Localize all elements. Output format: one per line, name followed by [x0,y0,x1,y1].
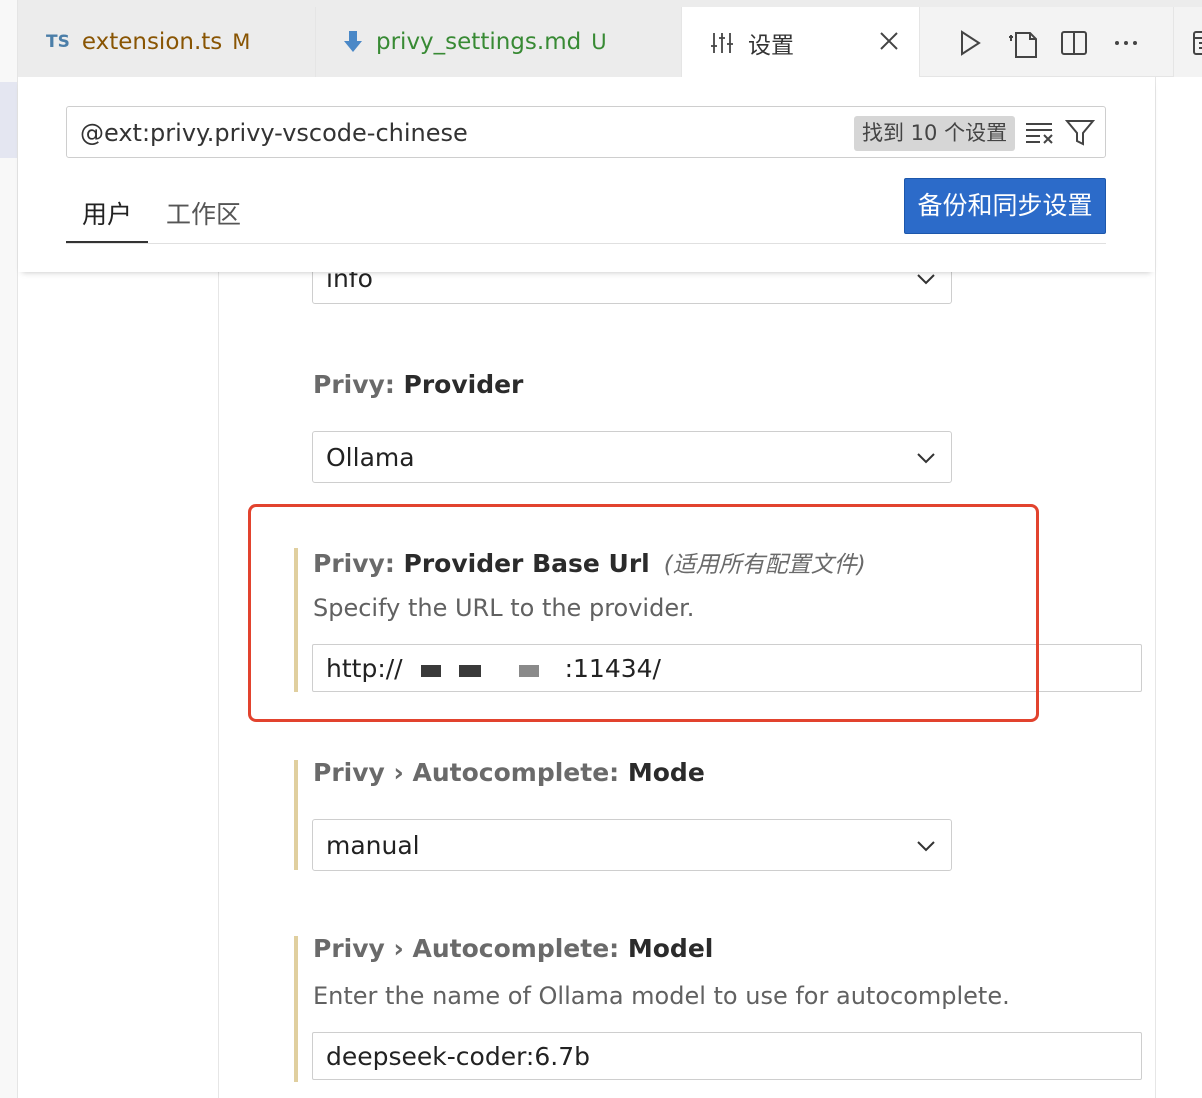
tab-label: extension.ts [81,29,223,55]
tab-settings[interactable]: 设置 [682,7,920,78]
tab-label: privy_settings.md [376,29,582,55]
tab-status-badge: M [232,30,251,54]
tab-workspace-settings[interactable]: 工作区 [166,195,241,231]
tab-status-badge: U [591,30,607,54]
provider-select[interactable]: Ollama [312,431,952,483]
settings-sliders-icon [710,31,734,55]
close-icon[interactable] [877,29,901,53]
settings-list: info Privy: Provider Ollama Privy: Provi… [18,252,1155,1098]
filter-icon[interactable] [1064,118,1096,148]
autocomplete-mode-select[interactable]: manual [312,819,952,871]
scrollbar-gutter [1155,77,1202,1098]
clear-filter-icon[interactable] [1025,120,1055,146]
toc-divider [218,272,219,1098]
settings-search-input[interactable]: @ext:privy.privy-vscode-chinese 找到 10 个设… [66,106,1106,158]
chevron-down-icon [915,835,937,857]
open-file-icon[interactable] [1006,29,1037,58]
settings-header: @ext:privy.privy-vscode-chinese 找到 10 个设… [18,77,1155,272]
modified-indicator [294,936,298,1082]
more-actions-icon[interactable] [1112,29,1140,57]
setting-title-autocomplete-model: Privy › Autocomplete: Model [313,934,714,963]
split-editor-icon[interactable] [1060,29,1088,57]
setting-title-autocomplete-mode: Privy › Autocomplete: Mode [313,758,705,787]
autocomplete-model-value: deepseek-coder:6.7b [326,1042,590,1071]
chevron-down-icon [915,447,937,469]
typescript-icon: TS [46,32,70,52]
autocomplete-model-input[interactable]: deepseek-coder:6.7b [312,1032,1142,1080]
tab-privy-settings-md[interactable]: privy_settings.md U [316,7,682,77]
tab-extension-ts[interactable]: TS extension.ts M [18,7,316,77]
backup-sync-settings-button[interactable]: 备份和同步设置 [904,178,1106,234]
provider-value: Ollama [326,443,415,472]
modified-indicator [294,760,298,870]
setting-title-provider: Privy: Provider [313,370,524,399]
tab-user-settings[interactable]: 用户 [65,195,149,243]
setting-description: Enter the name of Ollama model to use fo… [313,982,1010,1010]
markdown-download-icon [344,31,362,53]
secondary-panel-tab[interactable] [1173,7,1202,77]
autocomplete-mode-value: manual [326,831,420,860]
search-query: @ext:privy.privy-vscode-chinese [80,119,468,147]
preview-icon [1192,29,1202,61]
editor-actions [938,7,1154,77]
editor-tab-bar: TS extension.ts M privy_settings.md U 设置 [18,0,1202,78]
run-icon[interactable] [956,29,984,57]
activity-highlight [0,82,17,158]
activity-strip [0,0,18,1098]
tab-label: 设置 [748,32,794,59]
search-result-count: 找到 10 个设置 [854,116,1016,151]
annotation-highlight-frame [248,504,1039,722]
